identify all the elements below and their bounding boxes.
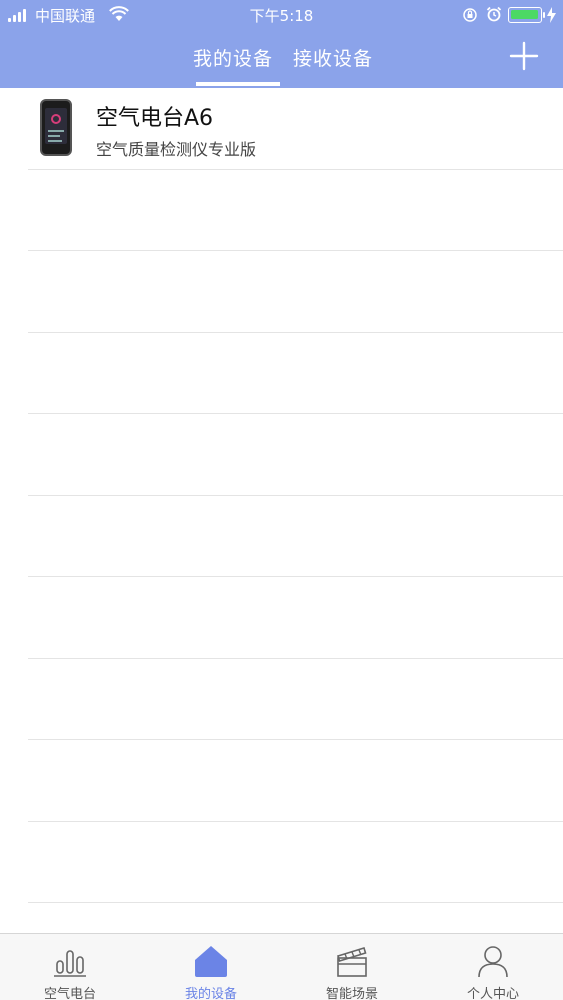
tabbar-item-smart-scenes[interactable]: 智能场景 [282,934,422,1000]
empty-row [28,496,563,577]
alarm-icon [486,6,502,22]
device-description: 空气质量检测仪专业版 [96,140,257,159]
device-screen [45,108,67,144]
tabbar-label: 智能场景 [325,987,378,1000]
device-list: 空气电台A6 空气质量检测仪专业版 [0,88,563,903]
empty-row [28,740,563,822]
bottom-tab-bar: 空气电台 我的设备 智能场景 个人中心 [0,933,563,1000]
tabbar-label: 个人中心 [466,987,519,1000]
status-bar: 中国联通 下午5:18 [0,0,563,30]
tabbar-label: 我的设备 [184,987,237,1000]
battery-tip [543,12,545,18]
charging-icon [547,7,556,23]
top-nav: 我的设备 接收设备 [0,30,563,88]
app-header: 中国联通 下午5:18 我的设备 接收设备 [0,0,563,88]
tabbar-item-my-devices[interactable]: 我的设备 [141,934,281,1000]
person-icon [478,946,508,978]
tabbar-item-profile[interactable]: 个人中心 [423,934,563,1000]
status-time: 下午5:18 [249,7,314,25]
plus-icon[interactable] [508,40,540,72]
empty-row [28,822,563,903]
empty-row [28,333,563,414]
empty-row [28,577,563,659]
empty-row [28,414,563,496]
device-name: 空气电台A6 [96,106,214,131]
tabbar-item-air-station[interactable]: 空气电台 [0,934,140,1000]
tabbar-label: 空气电台 [43,987,96,1000]
empty-row [28,659,563,740]
battery-icon [508,7,542,23]
empty-row [28,251,563,333]
empty-row [28,170,563,251]
rotation-lock-icon [463,8,477,22]
tab-received-devices[interactable]: 接收设备 [293,44,373,71]
device-row[interactable]: 空气电台A6 空气质量检测仪专业版 [0,88,563,170]
device-thumbnail [40,99,72,156]
tab-my-devices[interactable]: 我的设备 [193,44,273,71]
battery-level [511,10,538,19]
clapperboard-icon [337,946,367,977]
bar-chart-icon [54,950,86,977]
tab-active-indicator [196,82,280,86]
home-icon [195,946,227,977]
